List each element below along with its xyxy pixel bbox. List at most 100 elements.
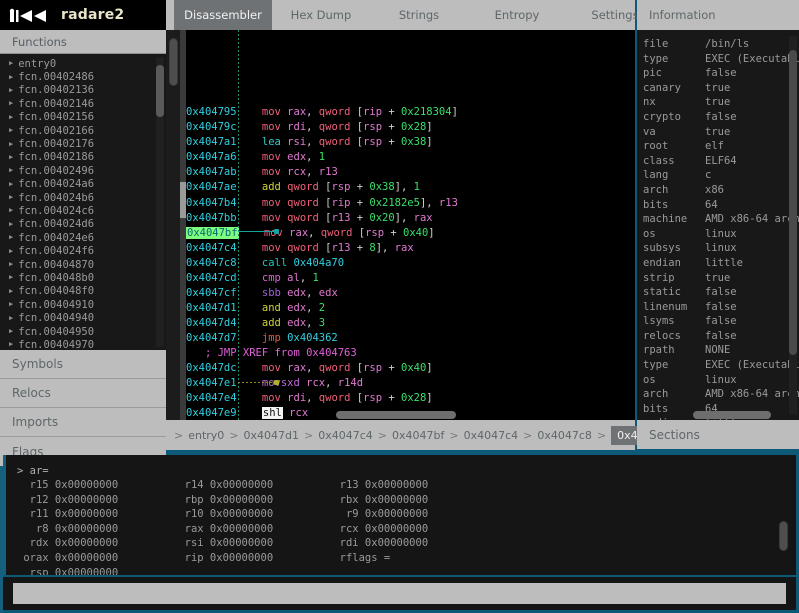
function-list-item[interactable]: ▶ fcn.00402486 <box>0 70 166 83</box>
instruction-mnemonic[interactable]: mov <box>262 121 281 133</box>
instruction-mnemonic[interactable]: add <box>262 317 281 329</box>
instruction-address[interactable]: 0x404795 <box>186 106 237 118</box>
console-scrollbar-thumb[interactable] <box>779 521 788 551</box>
disassembly-line[interactable]: 0x4047c4 mov qword [r13 + 8], rax <box>186 241 635 256</box>
disassembly-line[interactable]: 0x4047c8 call 0x404a70 <box>186 256 635 271</box>
instruction-mnemonic[interactable]: mov <box>262 212 281 224</box>
function-list-item[interactable]: ▶ fcn.004048b0 <box>0 271 166 284</box>
function-list-item[interactable]: ▶ fcn.004024b6 <box>0 191 166 204</box>
disassembly-line[interactable]: 0x4047b4 mov qword [rip + 0x2182e5], r13 <box>186 196 635 211</box>
instruction-mnemonic[interactable]: movsxd <box>262 377 300 389</box>
expand-arrow-icon[interactable]: ▶ <box>9 328 13 335</box>
instruction-address[interactable]: 0x4047e1 <box>186 377 237 389</box>
disassembly-line[interactable]: 0x4047a6 mov edx, 1 <box>186 150 635 165</box>
instruction-mnemonic[interactable]: mov <box>262 106 281 118</box>
tab-entropy[interactable]: Entropy <box>468 0 566 30</box>
instruction-address[interactable]: 0x4047cd <box>186 272 237 284</box>
expand-arrow-icon[interactable]: ▶ <box>9 194 13 201</box>
function-list-item[interactable]: ▶ fcn.004024c6 <box>0 204 166 217</box>
functions-list[interactable]: ▶ entry0 ▶ fcn.00402486 ▶ fcn.00402136 ▶ fcn.00… <box>0 54 166 350</box>
instruction-mnemonic[interactable]: shl <box>261 407 283 420</box>
expand-arrow-icon[interactable]: ▶ <box>9 287 13 295</box>
instruction-address[interactable]: 0x4047cf <box>186 287 237 299</box>
disassembly-line[interactable]: 0x4047ab mov rcx, r13 <box>186 165 635 180</box>
disassembly-line[interactable]: 0x4047d1 and edx, 2 <box>186 301 635 316</box>
instruction-mnemonic[interactable]: add <box>262 181 281 193</box>
expand-arrow-icon[interactable]: ▶ <box>9 341 13 348</box>
instruction-mnemonic[interactable]: mov <box>262 166 281 178</box>
instruction-address[interactable]: 0x40479c <box>186 121 237 133</box>
expand-arrow-icon[interactable]: ▶ <box>9 167 13 174</box>
expand-arrow-icon[interactable]: ▶ <box>9 247 13 255</box>
breadcrumb-item[interactable]: 0x4047c8 <box>537 429 592 442</box>
instruction-address[interactable]: 0x4047c4 <box>186 242 237 254</box>
function-list-item[interactable]: ▶ fcn.00402166 <box>0 124 166 137</box>
instruction-address[interactable]: 0x4047dc <box>186 362 237 374</box>
expand-arrow-icon[interactable]: ▶ <box>9 153 13 161</box>
sidebar-button-symbols[interactable]: Symbols <box>0 350 166 379</box>
instruction-address[interactable]: 0x4047c8 <box>186 257 237 269</box>
function-list-item[interactable]: ▶ fcn.00404950 <box>0 325 166 338</box>
tab-disassembler[interactable]: Disassembler <box>174 0 272 30</box>
instruction-mnemonic[interactable]: and <box>262 302 281 314</box>
instruction-address[interactable]: 0x4047ae <box>186 181 237 193</box>
instruction-address[interactable]: 0x4047ab <box>186 166 237 178</box>
instruction-mnemonic[interactable]: sbb <box>262 287 281 299</box>
instruction-address[interactable]: 0x4047bf <box>186 226 239 239</box>
disassembly-view[interactable]: 0x404795 mov rax, qword [rip + 0x218304]… <box>166 30 635 420</box>
information-scrollbar-thumb[interactable] <box>789 50 797 355</box>
expand-arrow-icon[interactable]: ▶ <box>9 207 13 214</box>
function-list-item[interactable]: ▶ fcn.004024d6 <box>0 218 166 231</box>
command-input[interactable] <box>13 583 786 604</box>
expand-arrow-icon[interactable]: ▶ <box>9 127 13 134</box>
disassembly-line[interactable]: 0x4047a1 lea rsi, qword [rsp + 0x38] <box>186 135 635 150</box>
tab-hex-dump[interactable]: Hex Dump <box>272 0 370 30</box>
function-list-item[interactable]: ▶ fcn.00404910 <box>0 298 166 311</box>
expand-arrow-icon[interactable]: ▶ <box>9 60 13 67</box>
sections-button[interactable]: Sections <box>637 420 799 449</box>
expand-arrow-icon[interactable]: ▶ <box>9 234 13 241</box>
function-list-item[interactable]: ▶ fcn.00402146 <box>0 97 166 110</box>
expand-arrow-icon[interactable]: ▶ <box>9 274 13 281</box>
disassembly-line[interactable]: 0x404795 mov rax, qword [rip + 0x218304] <box>186 105 635 120</box>
sidebar-button-imports[interactable]: Imports <box>0 408 166 437</box>
instruction-address[interactable]: 0x4047d1 <box>186 302 237 314</box>
breadcrumb-item[interactable]: entry0 <box>188 429 224 442</box>
console-panel[interactable]: > ar= r15 0x00000000 r14 0x00000000 r13 … <box>3 455 796 575</box>
expand-arrow-icon[interactable]: ▶ <box>9 180 13 188</box>
instruction-mnemonic[interactable]: mov <box>262 392 281 404</box>
information-hscrollbar-thumb[interactable] <box>693 411 771 419</box>
disassembly-line[interactable]: 0x4047d4 add edx, 3 <box>186 316 635 331</box>
function-list-item[interactable]: ▶ fcn.00402156 <box>0 111 166 124</box>
disassembly-scrollbar-thumb[interactable] <box>169 38 178 86</box>
expand-arrow-icon[interactable]: ▶ <box>9 73 13 81</box>
function-list-item[interactable]: ▶ fcn.004024a6 <box>0 178 166 191</box>
function-list-item[interactable]: ▶ fcn.00404940 <box>0 311 166 324</box>
function-list-item[interactable]: ▶ fcn.00402176 <box>0 137 166 150</box>
functions-scrollbar-thumb[interactable] <box>156 65 164 117</box>
breadcrumb-item[interactable]: 0x4047d1 <box>244 429 299 442</box>
function-list-item[interactable]: ▶ fcn.00402496 <box>0 164 166 177</box>
expand-arrow-icon[interactable]: ▶ <box>9 140 13 148</box>
disassembly-line[interactable]: 0x40479c mov rdi, qword [rsp + 0x28] <box>186 120 635 135</box>
disassembly-line[interactable]: 0x4047dc mov rax, qword [rsp + 0x40] <box>186 361 635 376</box>
tab-strings[interactable]: Strings <box>370 0 468 30</box>
information-list[interactable]: file/bin/ls type EXEC (Executabl pic false ca… <box>637 30 799 420</box>
breadcrumb-item[interactable]: 0x4047c4 <box>464 429 519 442</box>
breadcrumb-item[interactable]: 0x4047bf <box>392 429 444 442</box>
instruction-mnemonic[interactable]: mov <box>262 362 281 374</box>
function-list-item[interactable]: ▶ fcn.00404970 <box>0 338 166 350</box>
disassembly-line[interactable]: 0x4047bb mov qword [r13 + 0x20], rax <box>186 211 635 226</box>
instruction-mnemonic[interactable]: call <box>262 257 287 269</box>
function-list-item[interactable]: ▶ fcn.00404870 <box>0 258 166 271</box>
disassembly-line[interactable]: 0x4047ae add qword [rsp + 0x38], 1 <box>186 180 635 195</box>
disassembly-line[interactable]: 0x4047cd cmp al, 1 <box>186 271 635 286</box>
disassembly-code[interactable]: 0x404795 mov rax, qword [rip + 0x218304]… <box>186 30 635 420</box>
instruction-address[interactable]: 0x4047e4 <box>186 392 237 404</box>
function-list-item[interactable]: ▶ fcn.00402136 <box>0 84 166 97</box>
disassembly-xref-comment[interactable]: ; JMP XREF from 0x404763 <box>186 346 635 361</box>
function-list-item[interactable]: ▶ fcn.004024f6 <box>0 244 166 257</box>
function-list-item[interactable]: ▶ fcn.004024e6 <box>0 231 166 244</box>
breadcrumb[interactable]: > entry0 >0x4047d1 >0x4047c4 >0x4047bf >0x404… <box>166 420 676 450</box>
instruction-address[interactable]: 0x4047d7 <box>186 332 237 344</box>
